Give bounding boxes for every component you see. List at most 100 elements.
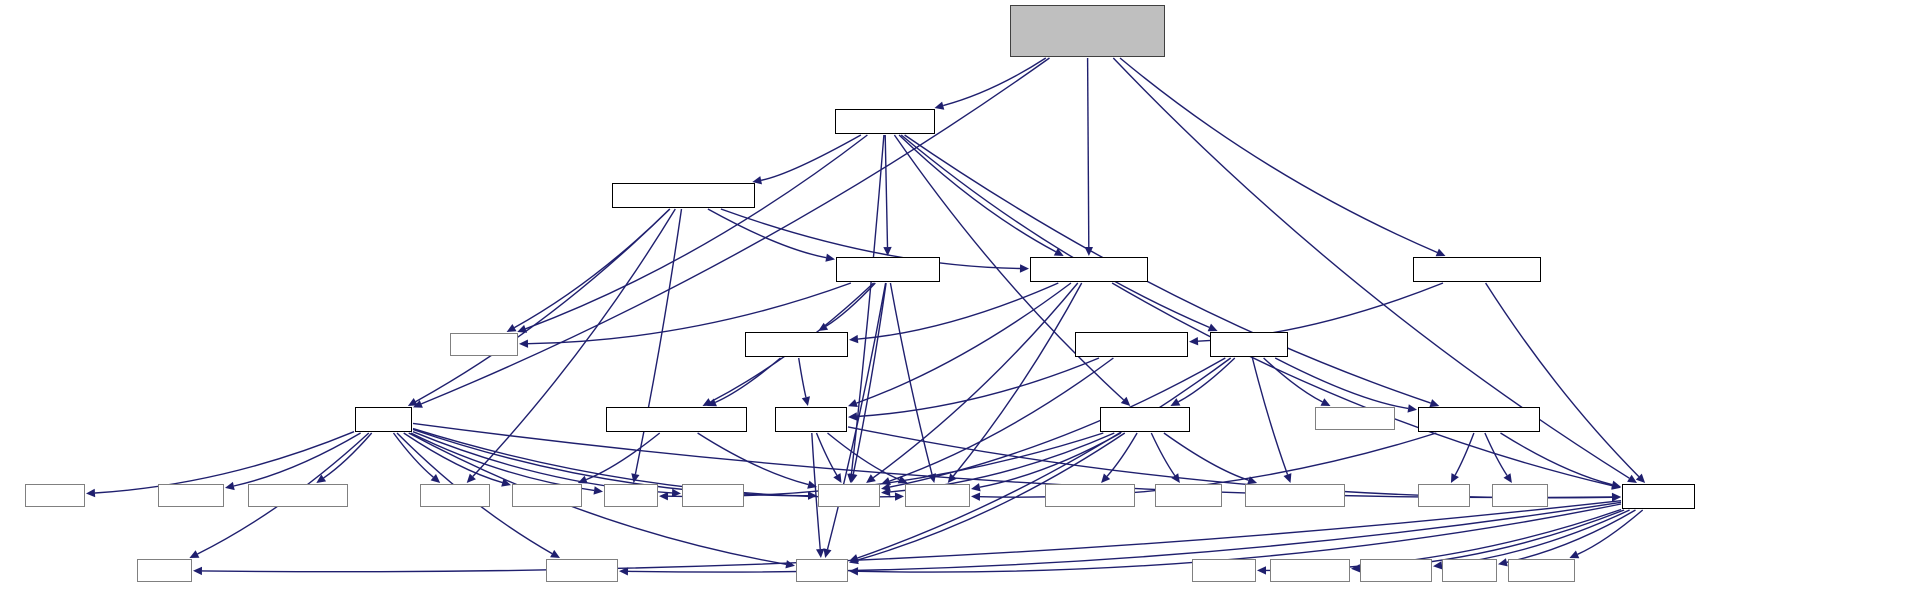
edge-fd_adapter-to-optional bbox=[525, 134, 868, 330]
arrowhead-tcp_segment-to-tcp_header bbox=[849, 334, 859, 344]
arrowhead-buffer-to-vector bbox=[193, 566, 202, 576]
arrowhead-util-to-cstddef bbox=[894, 492, 904, 501]
arrowhead-buffer-to-string_view bbox=[1351, 564, 1361, 573]
graph-node-root[interactable] bbox=[1010, 5, 1165, 57]
arrowhead-buffer-to-sys_uio bbox=[1433, 561, 1443, 570]
graph-node-iterator[interactable] bbox=[158, 484, 224, 507]
arrowhead-ipv4_datagram-to-ipv4_header bbox=[1189, 337, 1199, 346]
edge-ipv4_datagram-to-buffer bbox=[1485, 282, 1640, 478]
edge-root-to-ipv4_datagram bbox=[1119, 57, 1438, 254]
edge-socket-to-functional bbox=[1263, 357, 1323, 403]
edge-util-to-iterator bbox=[233, 432, 361, 487]
edge-tcp_segment-to-parser bbox=[856, 282, 1072, 404]
graph-node-algorithm[interactable] bbox=[546, 559, 618, 582]
graph-node-vector[interactable] bbox=[137, 559, 192, 582]
graph-node-netdb[interactable] bbox=[1155, 484, 1222, 507]
graph-node-tcp_header[interactable] bbox=[745, 332, 848, 357]
arrowhead-tcp_config-to-string bbox=[823, 548, 832, 558]
arrowhead-lossy_fd_adapter-to-tcp_segment bbox=[1019, 264, 1029, 273]
arrowhead-util-to-iterator bbox=[225, 481, 235, 491]
arrowhead-parser-to-cstdint bbox=[833, 473, 842, 483]
graph-node-tcp_segment[interactable] bbox=[1030, 257, 1148, 282]
edge-file_descriptor-to-buffer bbox=[1500, 432, 1613, 486]
arrowhead-parser-to-string bbox=[816, 548, 825, 558]
graph-node-lossy_fd_adapter[interactable] bbox=[612, 183, 755, 208]
edge-root-to-fd_adapter bbox=[943, 57, 1047, 107]
edge-buffer-to-deque bbox=[1506, 509, 1636, 563]
edge-tcp_config-to-cstdint bbox=[852, 282, 887, 475]
arrowhead-util-to-cerrno bbox=[86, 488, 96, 498]
graph-node-cerrno[interactable] bbox=[25, 484, 85, 507]
edge-tcp_header-to-parser bbox=[798, 357, 807, 398]
edge-address-to-sys_socket bbox=[1163, 432, 1249, 481]
arrowhead-tcp_segment-to-cstdint bbox=[866, 474, 876, 483]
graph-node-util[interactable] bbox=[355, 407, 412, 432]
graph-node-tcp_config[interactable] bbox=[836, 257, 940, 282]
edge-ipv4_header-to-parser bbox=[856, 357, 1100, 418]
arrowhead-socket-to-sys_socket bbox=[1283, 473, 1292, 483]
graph-node-sys_socket[interactable] bbox=[1245, 484, 1345, 507]
graph-node-parser[interactable] bbox=[775, 407, 847, 432]
graph-node-cstdint[interactable] bbox=[818, 484, 880, 507]
arrowhead-root-to-buffer bbox=[1627, 474, 1637, 483]
edge-ipv4_header-to-cstdint bbox=[889, 357, 1114, 482]
arrowhead-socket-to-file_descriptor bbox=[1407, 404, 1417, 413]
graph-node-ipv4_datagram[interactable] bbox=[1413, 257, 1541, 282]
arrowhead-tcp_header-to-parser bbox=[801, 396, 810, 406]
graph-node-fd_adapter[interactable] bbox=[835, 109, 935, 134]
arrowhead-file_descriptor-to-cstddef bbox=[971, 492, 981, 501]
graph-node-system_error[interactable] bbox=[248, 484, 348, 507]
edge-parser-to-cstddef bbox=[827, 432, 900, 481]
arrowhead-buffer-to-deque bbox=[1498, 558, 1508, 567]
edge-wrapping_integers-to-ostream bbox=[585, 432, 661, 481]
edge-root-to-tcp_segment bbox=[1086, 57, 1090, 248]
edge-tcp_segment-to-buffer bbox=[1111, 282, 1613, 487]
edge-fd_adapter-to-tcp_config bbox=[884, 134, 889, 248]
graph-node-address[interactable] bbox=[1100, 407, 1190, 432]
graph-node-sys_uio[interactable] bbox=[1360, 559, 1432, 582]
edge-buffer-to-numeric bbox=[1577, 509, 1644, 555]
graph-node-utility[interactable] bbox=[604, 484, 658, 507]
edge-fd_adapter-to-file_descriptor bbox=[904, 134, 1431, 404]
graph-node-limits[interactable] bbox=[1492, 484, 1548, 507]
include-dependency-graph bbox=[0, 0, 1926, 589]
graph-node-numeric[interactable] bbox=[1508, 559, 1575, 582]
edge-lossy_fd_adapter-to-tcp_config bbox=[707, 208, 827, 259]
edge-fd_adapter-to-lossy_fd_adapter bbox=[760, 134, 862, 181]
graph-node-optional[interactable] bbox=[450, 333, 518, 356]
edge-tcp_segment-to-tcp_header bbox=[857, 282, 1059, 340]
arrowhead-lossy_fd_adapter-to-utility bbox=[631, 473, 640, 483]
graph-node-string[interactable] bbox=[796, 559, 848, 582]
edge-lossy_fd_adapter-to-optional bbox=[514, 208, 671, 329]
graph-node-string_view[interactable] bbox=[1270, 559, 1350, 582]
arrowhead-root-to-fd_adapter bbox=[934, 101, 945, 110]
graph-node-memory[interactable] bbox=[1192, 559, 1256, 582]
arrowhead-util-to-utility bbox=[593, 486, 603, 495]
graph-node-file_descriptor[interactable] bbox=[1418, 407, 1540, 432]
arrowhead-tcp_segment-to-parser bbox=[848, 399, 858, 407]
graph-node-wrapping_integers[interactable] bbox=[606, 407, 747, 432]
graph-node-netinet_in[interactable] bbox=[1045, 484, 1135, 507]
arrowhead-fd_adapter-to-file_descriptor bbox=[1429, 399, 1440, 408]
edge-fd_adapter-to-cstdint bbox=[850, 134, 885, 475]
graph-node-buffer[interactable] bbox=[1622, 484, 1695, 509]
graph-node-array[interactable] bbox=[1418, 484, 1470, 507]
arrowhead-lossy_fd_adapter-to-tcp_config bbox=[825, 253, 835, 262]
arrowhead-ipv4_header-to-parser bbox=[848, 412, 858, 421]
edge-socket-to-file_descriptor bbox=[1274, 357, 1409, 410]
graph-node-ipv4_header[interactable] bbox=[1075, 332, 1188, 357]
edge-socket-to-string bbox=[857, 357, 1232, 559]
edge-socket-to-address bbox=[1178, 357, 1236, 403]
arrowhead-tcp_config-to-optional bbox=[519, 339, 529, 348]
arrowhead-address-to-cstddef bbox=[971, 483, 981, 492]
graph-node-functional[interactable] bbox=[1315, 407, 1395, 430]
graph-node-deque[interactable] bbox=[1442, 559, 1497, 582]
graph-node-socket[interactable] bbox=[1210, 332, 1288, 357]
graph-node-ostream[interactable] bbox=[512, 484, 582, 507]
graph-node-cstddef[interactable] bbox=[905, 484, 970, 507]
arrowhead-address-to-netdb bbox=[1171, 473, 1180, 483]
graph-node-random[interactable] bbox=[420, 484, 490, 507]
graph-node-cstdlib[interactable] bbox=[682, 484, 744, 507]
arrowhead-util-to-string bbox=[785, 560, 795, 569]
arrowhead-file_descriptor-to-limits bbox=[1503, 473, 1512, 483]
